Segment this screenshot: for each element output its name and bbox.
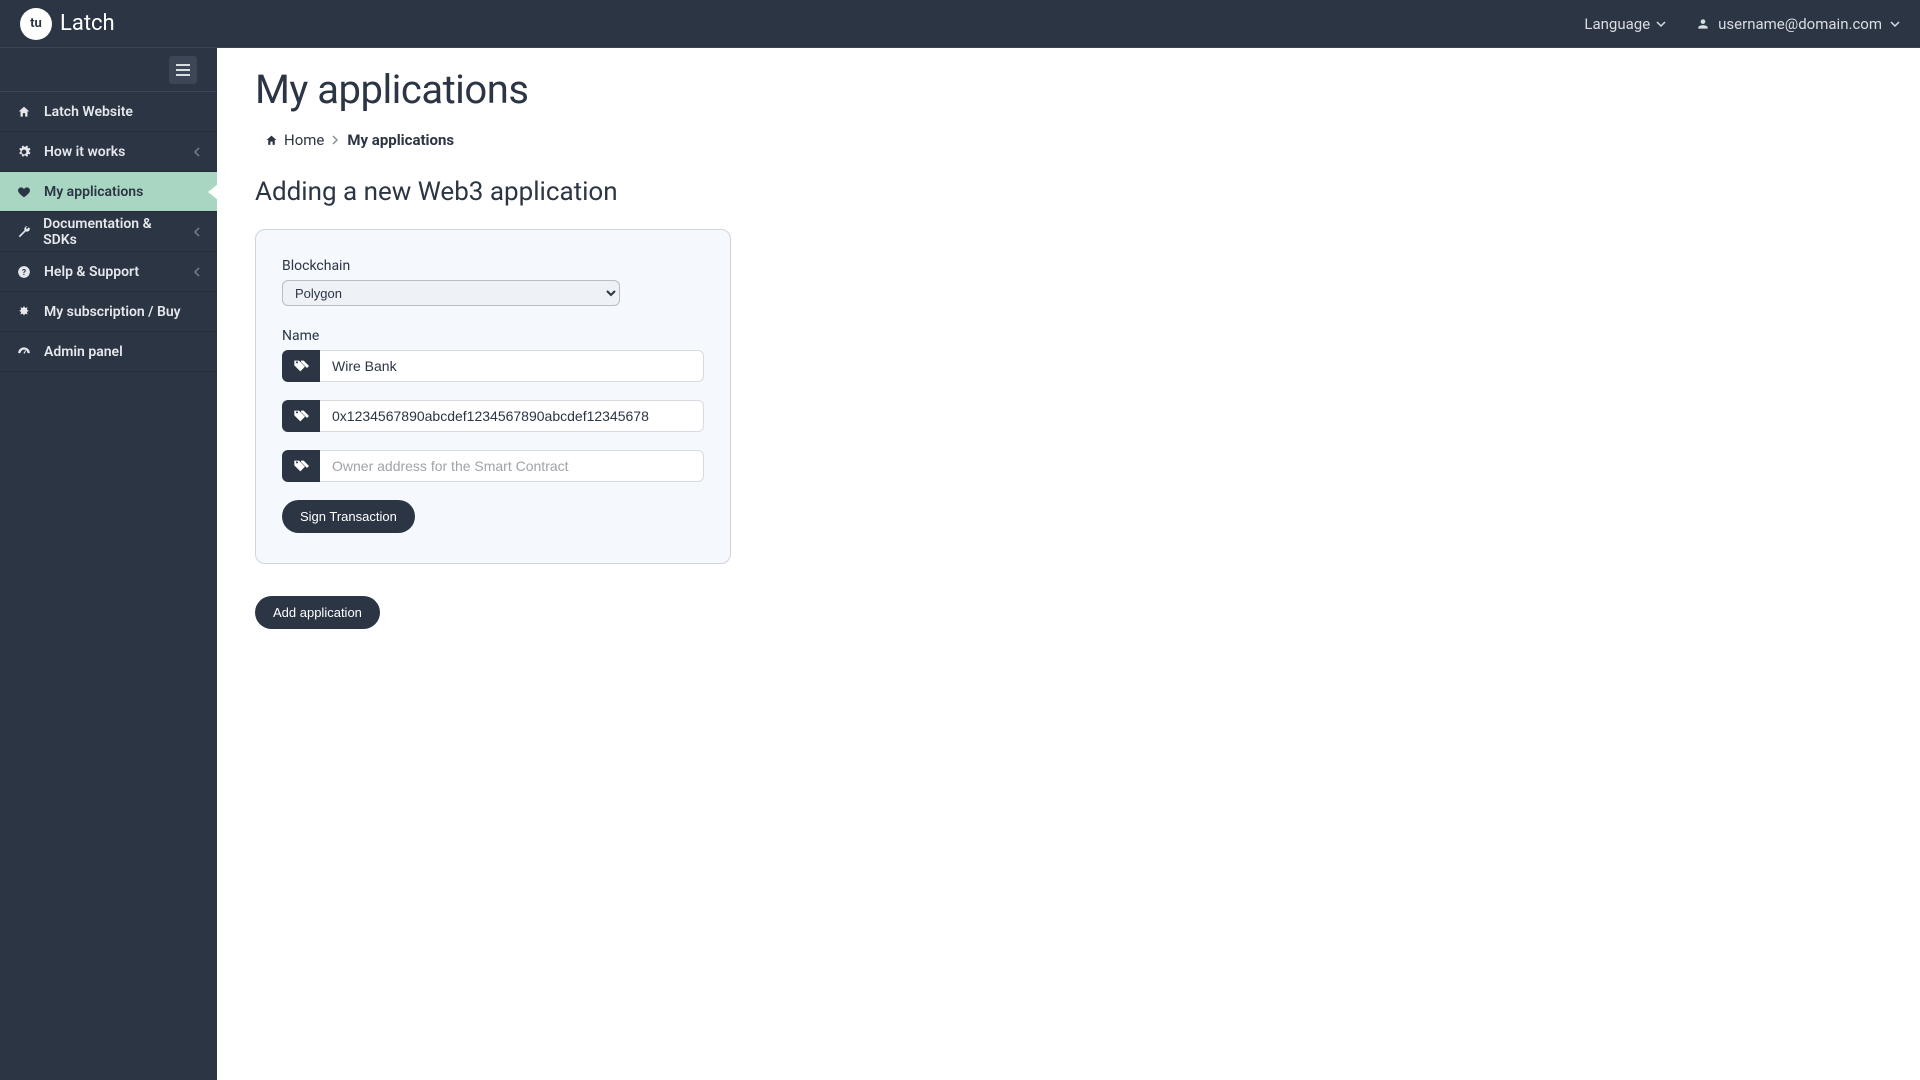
breadcrumb-current: My applications xyxy=(347,131,454,149)
chevron-down-icon xyxy=(1890,19,1900,29)
chevron-right-icon xyxy=(332,135,339,145)
sidebar-toggle-button[interactable] xyxy=(169,56,197,84)
tags-icon xyxy=(282,350,320,382)
contract-address-input[interactable] xyxy=(320,400,704,432)
svg-text:?: ? xyxy=(22,266,26,276)
breadcrumb-home[interactable]: Home xyxy=(265,131,324,149)
sidebar-item-documentation[interactable]: Documentation & SDKs xyxy=(0,212,217,252)
sidebar-item-label: My applications xyxy=(44,184,143,200)
chevron-left-icon xyxy=(193,267,201,277)
sidebar-item-help-support[interactable]: ? Help & Support xyxy=(0,252,217,292)
sidebar-item-how-it-works[interactable]: How it works xyxy=(0,132,217,172)
dashboard-icon xyxy=(16,345,32,359)
sidebar-item-latch-website[interactable]: Latch Website xyxy=(0,92,217,132)
chevron-left-icon xyxy=(193,227,201,237)
sidebar-item-subscription[interactable]: My subscription / Buy xyxy=(0,292,217,332)
add-application-button[interactable]: Add application xyxy=(255,596,380,629)
sidebar-item-label: Documentation & SDKs xyxy=(43,216,181,248)
breadcrumb-home-label: Home xyxy=(284,131,324,149)
name-input-group xyxy=(282,350,704,382)
chevron-down-icon xyxy=(1656,19,1666,29)
question-icon: ? xyxy=(16,265,32,279)
contract-input-group xyxy=(282,400,704,432)
name-label: Name xyxy=(282,328,704,344)
username-label: username@domain.com xyxy=(1718,15,1882,33)
top-bar: tu Latch Language username@domain.com xyxy=(0,0,1920,48)
blockchain-label: Blockchain xyxy=(282,258,704,274)
page-title: My applications xyxy=(255,66,1882,113)
heart-icon xyxy=(16,185,32,199)
sidebar-toggle-row xyxy=(0,48,217,92)
sidebar-item-label: Latch Website xyxy=(44,104,133,120)
blockchain-select[interactable]: Polygon xyxy=(282,280,620,306)
home-icon xyxy=(265,134,278,147)
sidebar: Latch Website How it works My applicatio… xyxy=(0,48,217,1080)
tags-icon xyxy=(282,450,320,482)
owner-address-input[interactable] xyxy=(320,450,704,482)
owner-input-group xyxy=(282,450,704,482)
hamburger-icon xyxy=(176,64,190,76)
user-icon xyxy=(1696,17,1710,31)
sidebar-item-label: Admin panel xyxy=(44,344,123,360)
brand-name: Latch xyxy=(60,11,115,36)
home-icon xyxy=(16,105,32,119)
subheading: Adding a new Web3 application xyxy=(255,177,1882,207)
sign-transaction-button[interactable]: Sign Transaction xyxy=(282,500,415,533)
name-input[interactable] xyxy=(320,350,704,382)
sidebar-item-label: Help & Support xyxy=(44,264,139,280)
user-menu[interactable]: username@domain.com xyxy=(1696,15,1900,33)
tags-icon xyxy=(282,400,320,432)
wrench-icon xyxy=(16,225,31,239)
language-selector[interactable]: Language xyxy=(1584,15,1666,33)
breadcrumb: Home My applications xyxy=(255,131,1882,149)
sidebar-item-label: How it works xyxy=(44,144,125,160)
language-label: Language xyxy=(1584,15,1650,33)
main-content: My applications Home My applications Add… xyxy=(217,48,1920,1080)
chevron-left-icon xyxy=(193,147,201,157)
web3-form-card: Blockchain Polygon Name xyxy=(255,229,731,564)
certificate-icon xyxy=(16,305,32,319)
brand: tu Latch xyxy=(20,8,115,40)
sidebar-item-my-applications[interactable]: My applications xyxy=(0,172,217,212)
gears-icon xyxy=(16,145,32,159)
sidebar-item-admin-panel[interactable]: Admin panel xyxy=(0,332,217,372)
brand-logo: tu xyxy=(20,8,52,40)
sidebar-item-label: My subscription / Buy xyxy=(44,304,181,320)
topbar-right: Language username@domain.com xyxy=(1584,15,1900,33)
